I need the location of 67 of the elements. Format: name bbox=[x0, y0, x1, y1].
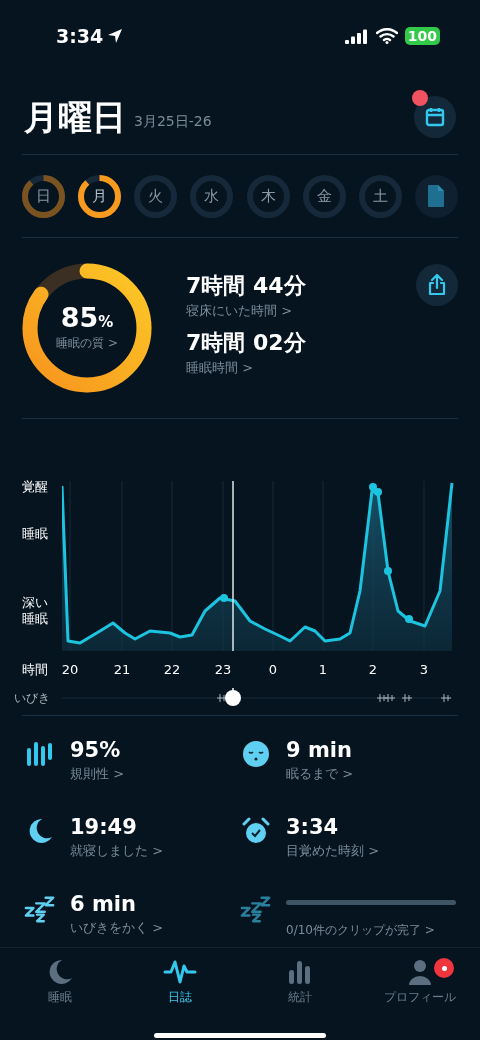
stat-link[interactable]: 目覚めた時刻 > bbox=[286, 841, 380, 861]
stat-value: 3:34 bbox=[286, 814, 340, 842]
battery-level: 100 bbox=[404, 27, 440, 45]
stat-link[interactable]: 眠るまで > bbox=[286, 764, 354, 784]
x-axis-label: 22 bbox=[163, 661, 181, 679]
score-link[interactable]: 睡眠の質 > bbox=[56, 333, 118, 352]
tab-bar-item[interactable]: プロフィール bbox=[360, 958, 480, 1027]
document-icon bbox=[427, 184, 446, 208]
wifi-icon bbox=[375, 28, 398, 44]
y-axis-label: 覚醒 bbox=[22, 479, 48, 495]
person-icon bbox=[406, 958, 434, 986]
calendar-button[interactable] bbox=[414, 96, 456, 138]
sleeping-face-icon bbox=[242, 740, 270, 768]
score-unit: % bbox=[98, 313, 114, 334]
data-point bbox=[384, 567, 392, 575]
metric-value: 7時間 44分 bbox=[186, 271, 306, 300]
stat-link[interactable]: いびきをかく > bbox=[70, 918, 164, 938]
report-button[interactable] bbox=[415, 174, 458, 218]
x-axis-label: 23 bbox=[214, 661, 232, 679]
snore-label: いびき bbox=[13, 690, 51, 707]
x-axis-label: 0 bbox=[268, 661, 278, 679]
zzz-icon bbox=[24, 894, 56, 925]
x-axis-label: 1 bbox=[318, 661, 328, 679]
alarm-clock-icon bbox=[242, 817, 270, 846]
day-selector[interactable]: 水 bbox=[190, 174, 234, 218]
stat-link[interactable]: 就寝しました > bbox=[70, 841, 164, 861]
calendar-icon bbox=[425, 107, 445, 127]
location-arrow-icon bbox=[107, 28, 124, 44]
stat-link[interactable]: 規則性 > bbox=[70, 764, 125, 784]
day-title: 月曜日 bbox=[24, 100, 126, 134]
stat-value: 19:49 bbox=[70, 814, 138, 842]
tab-bar-item[interactable]: 日誌 bbox=[120, 958, 240, 1027]
data-point bbox=[220, 594, 228, 602]
stat-value: 95% bbox=[70, 737, 122, 764]
x-axis-label: 3 bbox=[419, 661, 429, 679]
y-axis-label: 睡眠 bbox=[22, 611, 48, 627]
bar-chart-icon bbox=[287, 958, 313, 986]
signal-icon bbox=[344, 28, 369, 44]
day-selector[interactable]: 土 bbox=[358, 174, 402, 218]
x-axis-label: 21 bbox=[113, 661, 131, 679]
score-value: 85 bbox=[60, 304, 99, 332]
day-selector[interactable]: 日 bbox=[22, 174, 65, 218]
metric-value: 7時間 02分 bbox=[186, 329, 306, 357]
stat-value: 9 min bbox=[286, 737, 353, 764]
tab-bar-item[interactable]: 統計 bbox=[240, 958, 360, 1027]
y-axis-label: 睡眠 bbox=[22, 526, 48, 542]
date-range: 3月25日-26 bbox=[134, 112, 212, 131]
day-selector[interactable]: 月 bbox=[78, 174, 122, 218]
day-selector[interactable]: 火 bbox=[134, 174, 178, 218]
wave-icon bbox=[163, 958, 197, 986]
stat-link[interactable]: 0/10件のクリップが完了 > bbox=[286, 921, 456, 940]
data-point bbox=[405, 615, 413, 623]
tab-bar-item[interactable]: 睡眠 bbox=[0, 958, 120, 1027]
status-time: 3:34 bbox=[56, 23, 104, 49]
x-axis-label: 2 bbox=[368, 661, 378, 679]
day-selector[interactable]: 木 bbox=[246, 174, 290, 218]
share-button[interactable] bbox=[416, 264, 458, 306]
y-axis-label: 深い bbox=[22, 595, 48, 611]
bars-icon bbox=[25, 740, 55, 768]
zzz-icon bbox=[240, 894, 272, 925]
day-selector[interactable]: 金 bbox=[302, 174, 346, 218]
x-axis-label: 20 bbox=[61, 661, 79, 679]
metric-link[interactable]: 睡眠時間 > bbox=[186, 358, 306, 378]
stat-value: 6 min bbox=[70, 891, 137, 919]
share-icon bbox=[427, 274, 447, 296]
metric-link[interactable]: 寝床にいた時間 > bbox=[186, 300, 306, 320]
x-axis-title: 時間 bbox=[21, 661, 49, 680]
